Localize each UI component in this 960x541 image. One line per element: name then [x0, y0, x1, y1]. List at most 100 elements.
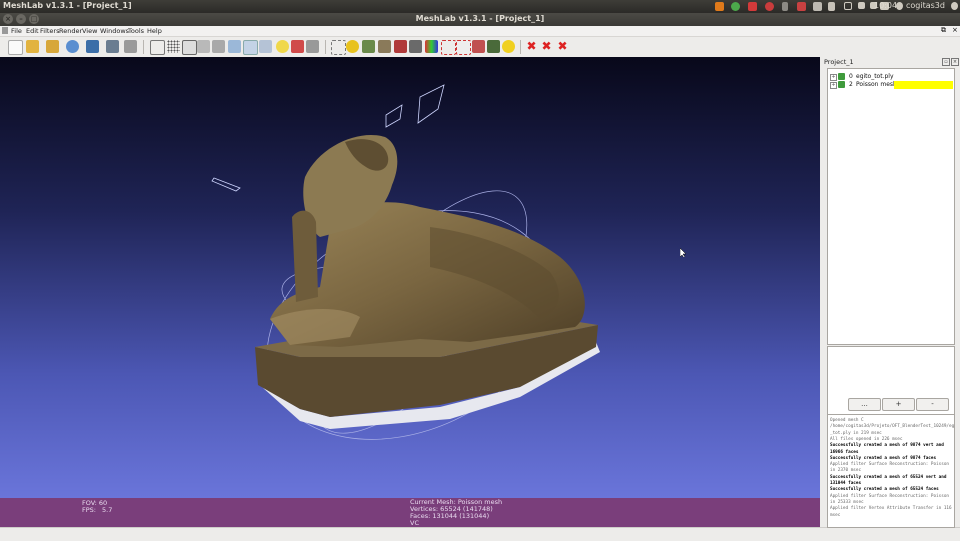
restore-icon[interactable]: ⧉	[941, 26, 946, 35]
smooth-icon[interactable]	[243, 40, 258, 55]
layer-options-button[interactable]: ...	[848, 398, 881, 411]
layer-icon[interactable]	[124, 40, 137, 53]
delete-face-icon[interactable]: ✖	[540, 40, 553, 53]
shade-icon[interactable]	[472, 40, 485, 53]
flat-icon[interactable]	[228, 40, 241, 53]
color-icon[interactable]	[306, 40, 319, 53]
menu-file[interactable]: File	[11, 27, 22, 35]
menu-edit[interactable]: Edit	[26, 27, 39, 35]
username[interactable]: cogitas3d	[906, 1, 945, 10]
status-bar	[0, 527, 960, 541]
log-line: Successfully created a mesh of 9874 vert…	[830, 443, 944, 449]
alert-icon[interactable]	[765, 2, 774, 11]
reload-icon[interactable]	[66, 40, 79, 53]
remove-layer-button[interactable]: -	[916, 398, 949, 411]
float-dock-button[interactable]: ▫	[942, 58, 950, 66]
vlc-icon[interactable]	[715, 2, 724, 11]
close-dock-button[interactable]: ×	[951, 58, 959, 66]
render-info-strip: FOV: 60 FPS: 5.7 Current Mesh: Poisson m…	[0, 498, 820, 527]
clock[interactable]: 10:04	[874, 1, 897, 10]
pick-point-icon[interactable]	[409, 40, 422, 53]
save-snapshot-icon[interactable]	[86, 40, 99, 53]
menu-windows[interactable]: Windows	[100, 27, 129, 35]
fps-label: FPS:	[82, 506, 96, 514]
bbox-icon[interactable]	[150, 40, 165, 55]
snapshot-icon[interactable]	[106, 40, 119, 53]
measure-icon[interactable]	[346, 40, 359, 53]
camera-frustum	[385, 104, 403, 128]
project-title: Project_1	[824, 58, 854, 66]
open-project-icon[interactable]	[26, 40, 39, 53]
raster-icon[interactable]	[487, 40, 500, 53]
shape-icon[interactable]	[378, 40, 391, 53]
vc-label: VC	[410, 519, 419, 527]
log-line: Successfully created a mesh of 9874 face…	[830, 455, 937, 461]
layer-name[interactable]: egito_tot.ply	[856, 73, 894, 80]
user-icon[interactable]	[896, 2, 903, 10]
layer-list: + 0 egito_tot.ply + 2 Poisson mesh *	[827, 68, 955, 345]
add-layer-button[interactable]: +	[882, 398, 915, 411]
menu-filters[interactable]: Filters	[40, 27, 59, 35]
flat-lines-icon[interactable]	[212, 40, 225, 53]
os-top-panel: MeshLab v1.3.1 - [Project_1] 10:04 cogit…	[0, 0, 960, 13]
update-icon[interactable]	[748, 2, 757, 11]
menu-tools[interactable]: Tools	[128, 27, 144, 35]
log-line: All files opened in 226 msec	[830, 436, 903, 442]
bluetooth-icon[interactable]	[844, 2, 852, 10]
wireframe-icon[interactable]	[182, 40, 197, 55]
layer-id: 2	[849, 81, 853, 88]
battery-icon[interactable]	[828, 2, 835, 11]
log-line: in 25333 msec	[830, 499, 864, 505]
select-icon[interactable]	[331, 40, 346, 55]
close-icon[interactable]: ×	[952, 26, 958, 34]
new-project-icon[interactable]	[8, 40, 23, 55]
points-icon[interactable]	[167, 40, 180, 53]
bug-icon[interactable]	[797, 2, 806, 11]
menu-help[interactable]: Help	[147, 27, 162, 35]
info-icon[interactable]	[502, 40, 515, 53]
log-window: Opened mesh C/home/cogitas3d/Projeto/OFT…	[827, 414, 955, 528]
expand-icon[interactable]: +	[830, 82, 837, 89]
menu-render[interactable]: Render	[59, 27, 82, 35]
texture-mode-icon[interactable]	[259, 40, 272, 53]
toolbar-separator	[143, 40, 144, 54]
align-icon[interactable]	[362, 40, 375, 53]
log-line: 131044 faces	[830, 481, 862, 486]
log-line: in 2370 msec	[830, 468, 862, 474]
camera-frustum	[211, 177, 241, 192]
paint-icon[interactable]	[394, 40, 407, 53]
color-paint-icon[interactable]	[425, 40, 438, 53]
visibility-eye-icon[interactable]	[838, 81, 845, 88]
delete-icon[interactable]: ✖	[556, 40, 569, 53]
menu-view[interactable]: View	[82, 27, 97, 35]
mesh-front-figure	[292, 210, 318, 302]
visibility-eye-icon[interactable]	[838, 73, 845, 80]
sync-icon[interactable]	[731, 2, 740, 11]
layer-row[interactable]: + 0 egito_tot.ply	[828, 73, 954, 81]
log-line: Successfully created a mesh of 65524 ver…	[830, 474, 947, 480]
expand-icon[interactable]: +	[830, 74, 837, 81]
power-icon[interactable]	[951, 2, 958, 10]
hidden-lines-icon[interactable]	[197, 40, 210, 53]
fps-value: 5.7	[102, 506, 113, 514]
log-line: Applied filter Surface Reconstruction: P…	[830, 493, 949, 499]
layer-row-selected[interactable]: + 2 Poisson mesh *	[828, 81, 954, 89]
3d-viewport[interactable]	[0, 57, 820, 498]
main-toolbar: ✖ ✖ ✖	[0, 37, 960, 58]
mail-icon[interactable]	[813, 2, 822, 11]
toolbar-separator	[520, 40, 521, 54]
open-mesh-icon[interactable]	[46, 40, 59, 53]
layer-dialog: Project_1 ▫ × + 0 egito_tot.ply + 2 Pois…	[820, 57, 960, 528]
log-line: Successfully created a mesh of 65524 fac…	[830, 487, 939, 493]
select-vertices-icon[interactable]	[441, 40, 456, 55]
menu-bar: File Edit Filters Render View Windows To…	[0, 26, 960, 37]
selected-layer-highlight	[894, 81, 953, 89]
network-icon[interactable]	[858, 2, 865, 9]
select-faces-icon[interactable]	[456, 40, 471, 55]
light-icon[interactable]	[276, 40, 289, 53]
window-title-bar: × – □ MeshLab v1.3.1 - [Project_1]	[0, 13, 960, 26]
keyboard-icon[interactable]	[782, 2, 788, 11]
toolbar-separator	[325, 40, 326, 54]
delete-vertex-icon[interactable]: ✖	[525, 40, 538, 53]
texture-icon[interactable]	[291, 40, 304, 53]
